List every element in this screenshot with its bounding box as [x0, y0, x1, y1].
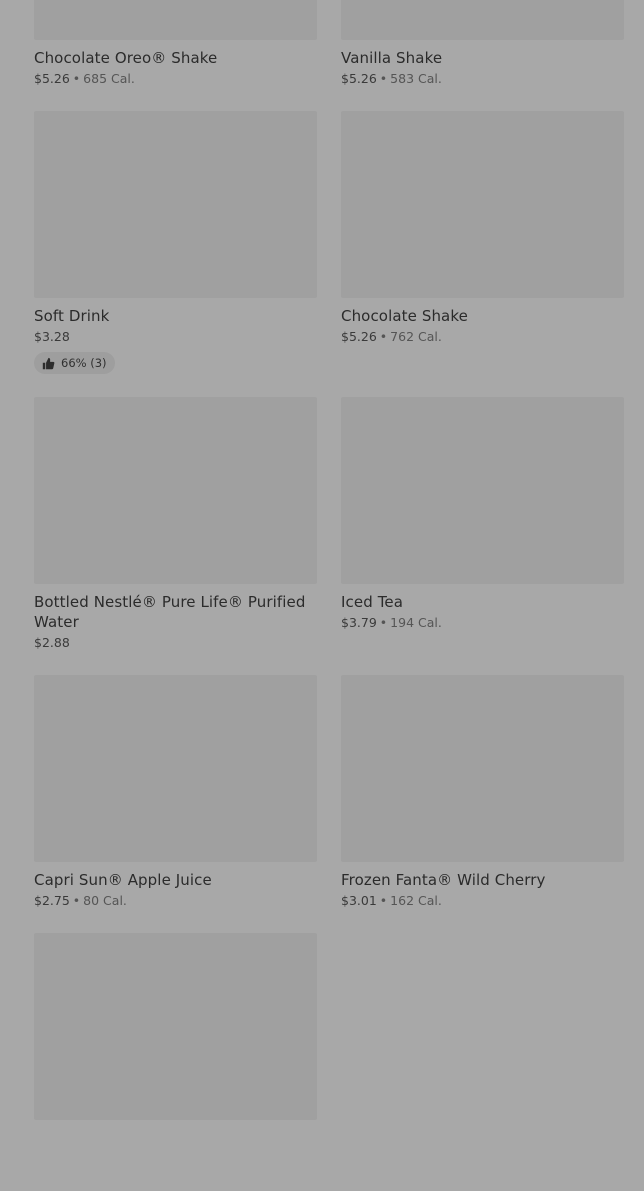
thumbs-up-icon — [42, 357, 55, 370]
menu-items-grid: Chocolate Oreo® Shake $5.26 • 685 Cal. Van… — [34, 0, 624, 1191]
item-price: $5.26 — [341, 71, 377, 86]
item-meta: $3.01 • 162 Cal. — [341, 892, 624, 910]
item-name: Iced Tea — [341, 593, 404, 611]
menu-item-card[interactable]: Chocolate Shake $5.26 • 762 Cal. — [341, 111, 624, 397]
menu-item-card[interactable]: Bottled Nestlé® Pure Life® Purified Wate… — [34, 397, 317, 675]
item-price: $3.01 — [341, 893, 377, 908]
menu-item-card[interactable]: Vanilla Shake $5.26 • 583 Cal. — [341, 0, 624, 111]
item-name: Capri Sun® Apple Juice — [34, 871, 212, 889]
item-calories: 162 Cal. — [390, 893, 442, 908]
item-meta: $5.26 • 762 Cal. — [341, 328, 624, 346]
separator-dot: • — [379, 893, 388, 908]
separator-dot: • — [379, 329, 388, 344]
menu-item-card[interactable]: Iced Tea $3.79 • 194 Cal. — [341, 397, 624, 675]
item-name: Chocolate Oreo® Shake — [34, 49, 218, 67]
item-image — [34, 933, 317, 1120]
item-image — [341, 675, 624, 862]
rating-badge: 66% (3) — [34, 352, 115, 374]
item-price: $2.75 — [34, 893, 70, 908]
separator-dot: • — [72, 893, 81, 908]
item-price: $5.26 — [341, 329, 377, 344]
rating-text: 66% (3) — [61, 356, 107, 370]
menu-item-card[interactable]: Soft Drink $3.28 66% (3) — [34, 111, 317, 397]
item-calories: 80 Cal. — [83, 893, 127, 908]
item-image — [34, 0, 317, 40]
item-name: Vanilla Shake — [341, 49, 443, 67]
item-calories: 762 Cal. — [390, 329, 442, 344]
separator-dot: • — [379, 615, 388, 630]
item-name: Chocolate Shake — [341, 307, 468, 325]
item-price: $3.28 — [34, 329, 70, 344]
item-calories: 685 Cal. — [83, 71, 135, 86]
menu-item-card[interactable]: Capri Sun® Apple Juice $2.75 • 80 Cal. — [34, 675, 317, 933]
separator-dot: • — [72, 71, 81, 86]
item-meta: $2.88 — [34, 634, 317, 652]
item-meta: $2.75 • 80 Cal. — [34, 892, 317, 910]
item-name: Bottled Nestlé® Pure Life® Purified Wate… — [34, 593, 306, 631]
separator-dot: • — [379, 71, 388, 86]
item-calories: 583 Cal. — [390, 71, 442, 86]
menu-item-card[interactable] — [34, 933, 317, 1191]
item-image — [34, 675, 317, 862]
item-meta: $5.26 • 583 Cal. — [341, 70, 624, 88]
item-price: $5.26 — [34, 71, 70, 86]
item-image — [341, 397, 624, 584]
item-image — [34, 111, 317, 298]
item-name: Soft Drink — [34, 307, 110, 325]
item-price: $2.88 — [34, 635, 70, 650]
item-meta: $5.26 • 685 Cal. — [34, 70, 317, 88]
menu-item-card[interactable]: Chocolate Oreo® Shake $5.26 • 685 Cal. — [34, 0, 317, 111]
item-calories: 194 Cal. — [390, 615, 442, 630]
item-price: $3.79 — [341, 615, 377, 630]
item-image — [341, 0, 624, 40]
item-image — [341, 111, 624, 298]
menu-item-card[interactable]: Frozen Fanta® Wild Cherry $3.01 • 162 Cal. — [341, 675, 624, 933]
item-image — [34, 397, 317, 584]
item-meta: $3.79 • 194 Cal. — [341, 614, 624, 632]
item-name: Frozen Fanta® Wild Cherry — [341, 871, 546, 889]
item-meta: $3.28 — [34, 328, 317, 346]
